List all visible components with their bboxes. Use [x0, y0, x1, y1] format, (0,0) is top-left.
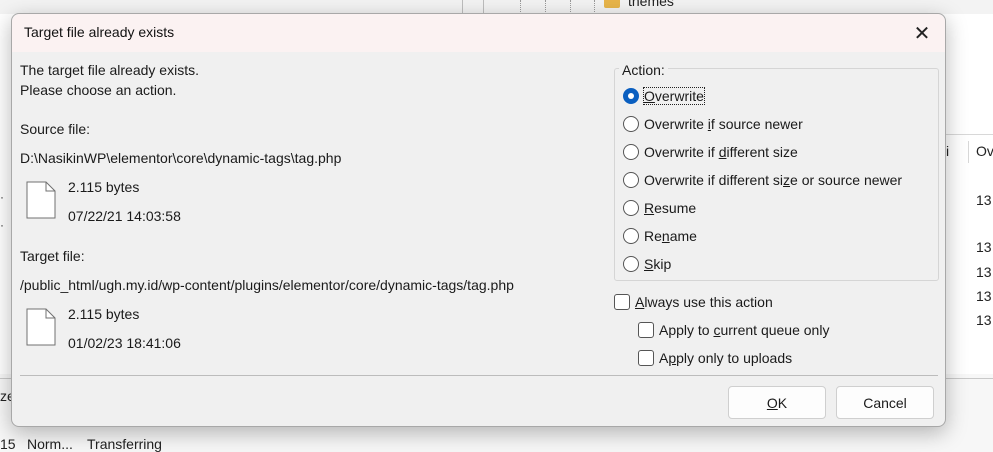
radio-label: Overwrite if different size	[644, 144, 798, 160]
radio-label: Overwrite	[643, 87, 705, 105]
radio-label: Overwrite if different size or source ne…	[644, 172, 903, 188]
radio-button[interactable]	[623, 256, 639, 272]
radio-overwrite[interactable]: Overwrite	[623, 86, 705, 106]
radio-rename[interactable]: Rename	[623, 226, 697, 246]
radio-label: Overwrite if source newer	[644, 116, 803, 132]
background-list-fragment: · ·	[0, 190, 4, 232]
target-file-date: 01/02/23 18:41:06	[68, 335, 181, 351]
column-header[interactable]: Ov	[976, 143, 993, 159]
always-use-action-checkbox[interactable]: Always use this action	[614, 292, 773, 312]
tree-guide-line	[594, 0, 595, 14]
folder-icon	[604, 0, 620, 8]
radio-overwrite-if-newer[interactable]: Overwrite if source newer	[623, 114, 803, 134]
queue-cell: Norm...	[27, 436, 73, 452]
radio-overwrite-if-different-size[interactable]: Overwrite if different size	[623, 142, 798, 162]
message-line-2: Please choose an action.	[20, 82, 177, 98]
radio-label: Skip	[644, 256, 672, 272]
target-file-label: Target file:	[20, 248, 85, 264]
target-file-size: 2.115 bytes	[68, 306, 140, 322]
radio-overwrite-if-size-or-newer[interactable]: Overwrite if different size or source ne…	[623, 170, 902, 190]
radio-button[interactable]	[623, 228, 639, 244]
list-cell: 13	[976, 312, 992, 328]
background-divider	[462, 0, 463, 14]
column-separator[interactable]	[968, 141, 969, 163]
dialog-titlebar[interactable]: Target file already exists ✕	[12, 14, 945, 52]
source-file-label: Source file:	[20, 121, 91, 137]
list-cell: 13	[976, 288, 992, 304]
checkbox[interactable]	[614, 294, 630, 310]
source-file-path: D:\NasikinWP\elementor\core\dynamic-tags…	[20, 150, 342, 166]
background-file-list: i Ov 13 13 13 13 13	[946, 134, 993, 374]
close-icon: ✕	[913, 22, 931, 45]
file-icon	[26, 308, 56, 346]
list-cell: 13	[976, 192, 992, 208]
radio-skip[interactable]: Skip	[623, 254, 671, 274]
checkbox-label: Apply only to uploads	[659, 350, 793, 366]
tree-guide-line	[570, 0, 571, 14]
source-file-size: 2.115 bytes	[68, 179, 140, 195]
action-group-label: Action:	[619, 62, 668, 78]
radio-button[interactable]	[623, 116, 639, 132]
queue-cell: 15	[0, 436, 16, 452]
radio-button[interactable]	[623, 172, 639, 188]
checkbox-label: Apply to current queue only	[659, 322, 830, 338]
radio-button[interactable]	[623, 144, 639, 160]
background-toolbar-strip: themes	[0, 0, 993, 14]
apply-to-queue-checkbox[interactable]: Apply to current queue only	[638, 320, 829, 340]
radio-button-checked[interactable]	[623, 88, 639, 104]
list-cell: 13	[976, 239, 992, 255]
checkbox-label: Always use this action	[635, 294, 773, 310]
close-button[interactable]: ✕	[899, 14, 945, 52]
dialog-divider	[20, 375, 938, 376]
file-exists-dialog: Target file already exists ✕ The target …	[11, 13, 946, 427]
apply-to-uploads-checkbox[interactable]: Apply only to uploads	[638, 348, 792, 368]
cancel-button[interactable]: Cancel	[836, 386, 934, 419]
radio-label: Resume	[644, 200, 697, 216]
message-line-1: The target file already exists.	[20, 62, 199, 78]
ok-button[interactable]: OK	[728, 386, 826, 419]
queue-status: Transferring	[87, 436, 162, 452]
file-icon	[26, 181, 56, 219]
radio-resume[interactable]: Resume	[623, 198, 696, 218]
checkbox[interactable]	[638, 322, 654, 338]
dialog-title: Target file already exists	[24, 24, 175, 40]
background-divider	[483, 0, 484, 14]
tree-guide-line	[545, 0, 546, 14]
target-file-path: /public_html/ugh.my.id/wp-content/plugin…	[20, 277, 514, 293]
list-cell: 13	[976, 264, 992, 280]
radio-button[interactable]	[623, 200, 639, 216]
tree-item-themes[interactable]: themes	[628, 0, 674, 9]
source-file-date: 07/22/21 14:03:58	[68, 208, 181, 224]
radio-label: Rename	[644, 228, 697, 244]
checkbox[interactable]	[638, 350, 654, 366]
column-header[interactable]: i	[946, 143, 949, 159]
tree-guide-line	[520, 0, 521, 14]
